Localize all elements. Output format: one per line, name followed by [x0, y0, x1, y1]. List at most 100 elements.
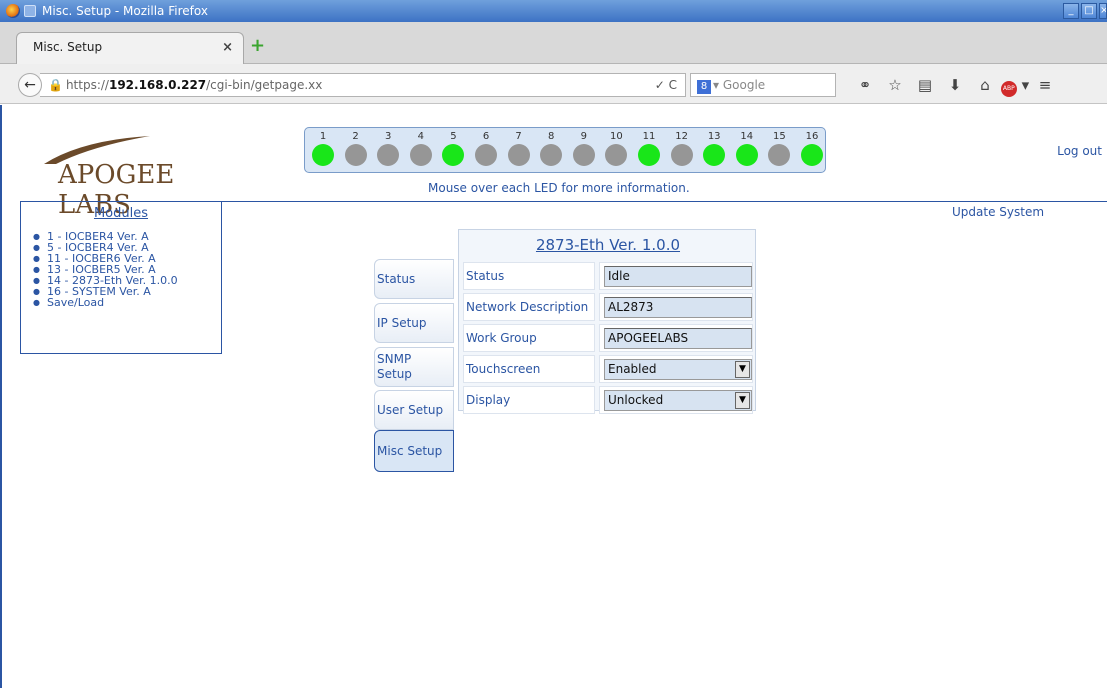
- led-number: 13: [707, 131, 721, 142]
- led-off-icon[interactable]: [540, 144, 563, 166]
- home-icon[interactable]: ⌂: [970, 76, 1000, 97]
- update-system-link[interactable]: Update System: [952, 205, 1044, 219]
- settings-panel: 2873-Eth Ver. 1.0.0 Status Idle Network …: [458, 229, 757, 414]
- led-off-icon[interactable]: [507, 144, 530, 166]
- chevron-down-icon[interactable]: ▼: [735, 361, 750, 378]
- led-5[interactable]: 5: [438, 128, 468, 166]
- led-off-icon[interactable]: [377, 144, 400, 166]
- reload-icon[interactable]: ✓ C: [655, 78, 677, 92]
- led-on-icon[interactable]: [735, 144, 758, 166]
- led-off-icon[interactable]: [344, 144, 367, 166]
- network-description-cell: AL2873: [599, 293, 753, 321]
- logout-link[interactable]: Log out: [1057, 144, 1102, 158]
- led-10[interactable]: 10: [601, 128, 631, 166]
- status-label: Status: [463, 262, 595, 290]
- led-7[interactable]: 7: [504, 128, 534, 166]
- status-field: Idle: [604, 266, 752, 287]
- led-9[interactable]: 9: [569, 128, 599, 166]
- display-select[interactable]: Unlocked ▼: [604, 390, 752, 411]
- firefox-logo-icon: [6, 4, 20, 18]
- new-tab-icon[interactable]: +: [250, 35, 265, 56]
- led-number: 11: [642, 131, 656, 142]
- led-14[interactable]: 14: [732, 128, 762, 166]
- led-on-icon[interactable]: [442, 144, 465, 166]
- tab-status[interactable]: Status: [374, 259, 454, 299]
- panel-title[interactable]: 2873-Eth Ver. 1.0.0: [459, 236, 757, 254]
- browser-tab[interactable]: Misc. Setup ×: [16, 32, 244, 64]
- led-off-icon[interactable]: [670, 144, 693, 166]
- led-on-icon[interactable]: [703, 144, 726, 166]
- touchscreen-cell: Enabled ▼: [599, 355, 753, 383]
- led-off-icon[interactable]: [572, 144, 595, 166]
- touchscreen-row: Touchscreen Enabled ▼: [463, 355, 753, 383]
- menu-icon[interactable]: ≡: [1030, 76, 1060, 97]
- bookmark-star-icon[interactable]: ☆: [880, 76, 910, 97]
- led-number: 2: [352, 131, 359, 142]
- led-16[interactable]: 16: [797, 128, 827, 166]
- led-on-icon[interactable]: [801, 144, 823, 166]
- led-off-icon[interactable]: [605, 144, 628, 166]
- reading-list-icon[interactable]: ▤: [910, 76, 940, 97]
- led-number: 10: [610, 131, 623, 142]
- close-tab-icon[interactable]: ×: [222, 40, 233, 55]
- network-description-label: Network Description: [463, 293, 595, 321]
- network-description-field[interactable]: AL2873: [604, 297, 752, 318]
- url-bar[interactable]: 🔒 https://192.168.0.227/cgi-bin/getpage.x…: [40, 73, 686, 97]
- led-number: 3: [385, 131, 392, 142]
- led-15[interactable]: 15: [764, 128, 794, 166]
- led-3[interactable]: 3: [373, 128, 403, 166]
- maximize-icon[interactable]: □: [1081, 3, 1097, 19]
- back-button[interactable]: ←: [18, 73, 42, 97]
- adblock-icon[interactable]: ABP ▾: [1000, 76, 1030, 97]
- tab-snmp-setup[interactable]: SNMP Setup: [374, 347, 454, 387]
- chevron-down-icon[interactable]: ▼: [735, 392, 750, 409]
- led-13[interactable]: 13: [699, 128, 729, 166]
- led-number: 9: [580, 131, 587, 142]
- led-off-icon[interactable]: [768, 144, 791, 166]
- tab-ip-setup[interactable]: IP Setup: [374, 303, 454, 343]
- led-6[interactable]: 6: [471, 128, 501, 166]
- led-number: 8: [548, 131, 555, 142]
- led-number: 6: [482, 131, 490, 142]
- tab-misc-setup[interactable]: Misc Setup: [374, 430, 454, 472]
- led-12[interactable]: 12: [667, 128, 697, 166]
- touchscreen-label: Touchscreen: [463, 355, 595, 383]
- binoculars-icon[interactable]: ⚭: [850, 76, 880, 97]
- url-path: /cgi-bin/getpage.xx: [206, 78, 323, 92]
- tab-strip: Misc. Setup × +: [0, 22, 1107, 64]
- led-2[interactable]: 2: [341, 128, 371, 166]
- led-number: 7: [515, 131, 522, 142]
- led-8[interactable]: 8: [536, 128, 566, 166]
- tab-user-setup[interactable]: User Setup: [374, 390, 454, 430]
- display-cell: Unlocked ▼: [599, 386, 753, 414]
- work-group-cell: APOGEELABS: [599, 324, 753, 352]
- search-engine-icon[interactable]: 8: [697, 80, 711, 94]
- led-number: 14: [740, 131, 754, 142]
- led-off-icon[interactable]: [475, 144, 497, 166]
- status-row: Status Idle: [463, 262, 753, 290]
- module-item[interactable]: Save/Load: [33, 297, 221, 308]
- browser-tab-label: Misc. Setup: [33, 40, 103, 54]
- page-favicon-icon: [24, 5, 36, 17]
- led-number: 5: [450, 131, 457, 142]
- led-panel: 1 2 3 4 5 6 7 8 9 10 11 12 13 14 15 16: [304, 127, 826, 173]
- touchscreen-value: Enabled: [608, 362, 657, 376]
- download-icon[interactable]: ⬇: [940, 76, 970, 97]
- led-11[interactable]: 11: [634, 128, 664, 166]
- status-cell: Idle: [599, 262, 753, 290]
- navigation-bar: 🔒 https://192.168.0.227/cgi-bin/getpage.x…: [0, 64, 1107, 104]
- led-on-icon[interactable]: [312, 144, 334, 166]
- tab-snmp-setup-label: SNMP Setup: [377, 352, 412, 381]
- led-off-icon[interactable]: [409, 144, 432, 166]
- touchscreen-select[interactable]: Enabled ▼: [604, 359, 752, 380]
- led-4[interactable]: 4: [406, 128, 436, 166]
- modules-heading[interactable]: Modules: [21, 206, 221, 221]
- work-group-field[interactable]: APOGEELABS: [604, 328, 752, 349]
- lock-icon: 🔒: [48, 78, 63, 92]
- led-1[interactable]: 1: [308, 128, 338, 166]
- led-on-icon[interactable]: [638, 144, 660, 166]
- display-value: Unlocked: [608, 393, 664, 407]
- minimize-icon[interactable]: _: [1063, 3, 1079, 19]
- search-input[interactable]: 8 ▾ Google: [690, 73, 836, 97]
- close-window-icon[interactable]: ×: [1099, 3, 1107, 19]
